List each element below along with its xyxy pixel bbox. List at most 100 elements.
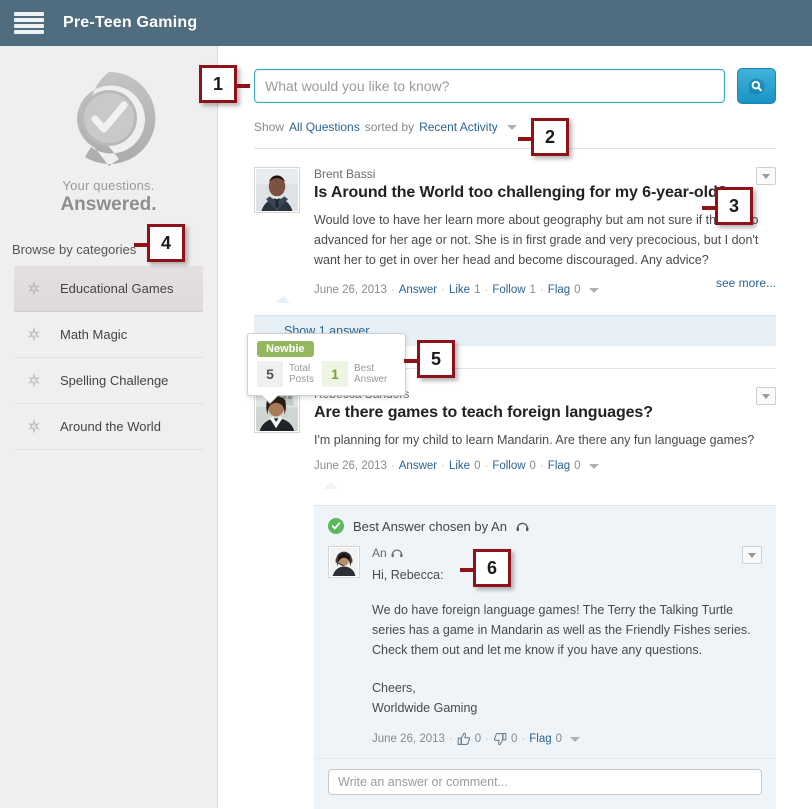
- callout-number: 2: [544, 126, 555, 147]
- see-more-link[interactable]: see more...: [716, 276, 776, 290]
- question-meta: June 26, 2013 · Answer · Like 1 · Follow…: [314, 284, 776, 296]
- question-options-toggle[interactable]: [756, 167, 776, 185]
- comment-input[interactable]: [328, 769, 762, 795]
- sort-filter-link[interactable]: Recent Activity: [419, 120, 498, 134]
- sparkle-icon: [28, 418, 40, 434]
- total-posts-label-line-1: Total: [289, 363, 311, 374]
- answer-link[interactable]: Answer: [399, 460, 437, 472]
- question-item: Brent Bassi Is Around the World too chal…: [254, 149, 776, 296]
- total-posts-count: 5: [257, 361, 283, 387]
- answer-link[interactable]: Answer: [399, 284, 437, 296]
- meta-separator: ·: [448, 733, 453, 745]
- follow-link[interactable]: Follow: [492, 284, 525, 296]
- thumbs-down-icon[interactable]: [493, 732, 507, 746]
- page-title: Pre-Teen Gaming: [63, 14, 198, 31]
- best-answer-label-line-2: Answer: [354, 374, 388, 385]
- question-body: Brent Bassi Is Around the World too chal…: [314, 167, 776, 296]
- sparkle-icon: [28, 372, 40, 388]
- callout-number: 1: [212, 73, 223, 94]
- like-count: 0: [474, 460, 481, 472]
- search-button[interactable]: [737, 68, 776, 104]
- question-author[interactable]: Brent Bassi: [314, 167, 756, 181]
- answer-meta: June 26, 2013 · 0 · 0 · Flag 0: [372, 732, 762, 746]
- thumbs-down-count: 0: [511, 733, 518, 745]
- browse-by-categories-label: Browse by categories: [12, 242, 137, 257]
- question-title[interactable]: Are there games to teach foreign languag…: [314, 404, 756, 422]
- callout-leader-line: [460, 568, 476, 572]
- best-answer-banner: Best Answer chosen by An: [314, 506, 776, 538]
- flag-count: 0: [555, 733, 563, 745]
- callout-marker-3: 3: [702, 187, 753, 225]
- answer-text: We do have foreign language games! The T…: [372, 603, 751, 657]
- question-text: Would love to have her learn more about …: [314, 213, 759, 267]
- green-check-icon: [328, 518, 344, 534]
- status-badge: Newbie: [257, 341, 314, 357]
- callout-marker-2: 2: [518, 118, 569, 156]
- question-meta: June 26, 2013 · Answer · Like 0 · Follow…: [314, 460, 776, 472]
- callout-leader-line: [404, 359, 420, 363]
- answer-options-toggle[interactable]: [742, 546, 762, 564]
- callout-marker-1: 1: [199, 65, 250, 103]
- like-link[interactable]: Like: [449, 460, 470, 472]
- filter-row: Show All Questions sorted by Recent Acti…: [254, 120, 776, 149]
- chevron-down-icon: [748, 552, 756, 558]
- callout-leader-line: [134, 243, 150, 247]
- main-content: Show All Questions sorted by Recent Acti…: [218, 46, 812, 809]
- meta-separator: ·: [521, 733, 526, 745]
- follow-count: 0: [529, 460, 536, 472]
- answer-greeting: Hi, Rebecca:: [372, 568, 444, 582]
- callout-number: 4: [160, 232, 171, 253]
- flag-link[interactable]: Flag: [548, 460, 570, 472]
- like-count: 1: [474, 284, 481, 296]
- chevron-down-icon[interactable]: [570, 736, 581, 742]
- flag-link[interactable]: Flag: [548, 284, 570, 296]
- agent-headset-avatar: [328, 546, 360, 578]
- reputation-stats: 5 Total Posts 1 Best Answer: [248, 357, 405, 395]
- callout-leader-line: [518, 137, 534, 141]
- show-filter-link[interactable]: All Questions: [289, 120, 360, 134]
- question-options-toggle[interactable]: [756, 387, 776, 405]
- triangle-pointer-icon: [324, 482, 338, 489]
- sidebar-item-math-magic[interactable]: Math Magic: [14, 312, 203, 358]
- q-check-logo: [76, 71, 155, 166]
- callout-leader-line: [234, 84, 250, 88]
- flag-link[interactable]: Flag: [529, 733, 551, 745]
- meta-separator: ·: [539, 284, 544, 296]
- question-body: Rebecca Sanders Are there games to teach…: [314, 387, 776, 472]
- app-header: Pre-Teen Gaming: [0, 0, 812, 46]
- answer-item: An Hi, Rebecca: We do have foreign langu…: [314, 538, 776, 758]
- thumbs-up-icon[interactable]: [457, 732, 471, 746]
- sidebar-item-label: Educational Games: [60, 281, 174, 296]
- sidebar-item-around-the-world[interactable]: Around the World: [14, 404, 203, 450]
- chevron-down-icon[interactable]: [588, 463, 599, 469]
- follow-link[interactable]: Follow: [492, 460, 525, 472]
- like-link[interactable]: Like: [449, 284, 470, 296]
- chevron-down-icon[interactable]: [588, 287, 599, 293]
- answer-author[interactable]: An: [372, 546, 742, 560]
- sidebar-item-spelling-challenge[interactable]: Spelling Challenge: [14, 358, 203, 404]
- comment-area: [314, 758, 776, 809]
- answer-author-name: An: [372, 546, 387, 560]
- callout-number: 6: [486, 557, 497, 578]
- best-answer-label-line-1: Best: [354, 363, 375, 374]
- hamburger-menu-icon[interactable]: [14, 12, 44, 34]
- sorted-by-label: sorted by: [364, 120, 415, 134]
- page-body: Your questions. Answered. Browse by cate…: [0, 46, 812, 809]
- search-input[interactable]: [254, 69, 725, 103]
- chevron-down-icon[interactable]: [506, 124, 517, 130]
- best-answer-card: Best Answer chosen by An An Hi, Rebecca:…: [314, 505, 776, 809]
- question-title[interactable]: Is Around the World too challenging for …: [314, 184, 756, 202]
- sidebar-item-educational-games[interactable]: Educational Games: [14, 266, 203, 312]
- meta-separator: ·: [441, 460, 445, 472]
- sidebar-item-label: Math Magic: [60, 327, 128, 342]
- search-bubble-icon: [748, 78, 765, 94]
- callout-leader-line: [702, 206, 718, 210]
- sparkle-icon: [28, 280, 40, 296]
- question-text: I'm planning for my child to learn Manda…: [314, 433, 755, 447]
- best-answer-count: 1: [322, 361, 349, 387]
- meta-separator: ·: [390, 284, 395, 296]
- total-posts-label-line-2: Posts: [289, 374, 315, 385]
- show-label: Show: [254, 120, 285, 134]
- answer-signoff-line-1: Cheers,: [372, 681, 416, 695]
- tooltip-arrow-icon: [262, 395, 278, 403]
